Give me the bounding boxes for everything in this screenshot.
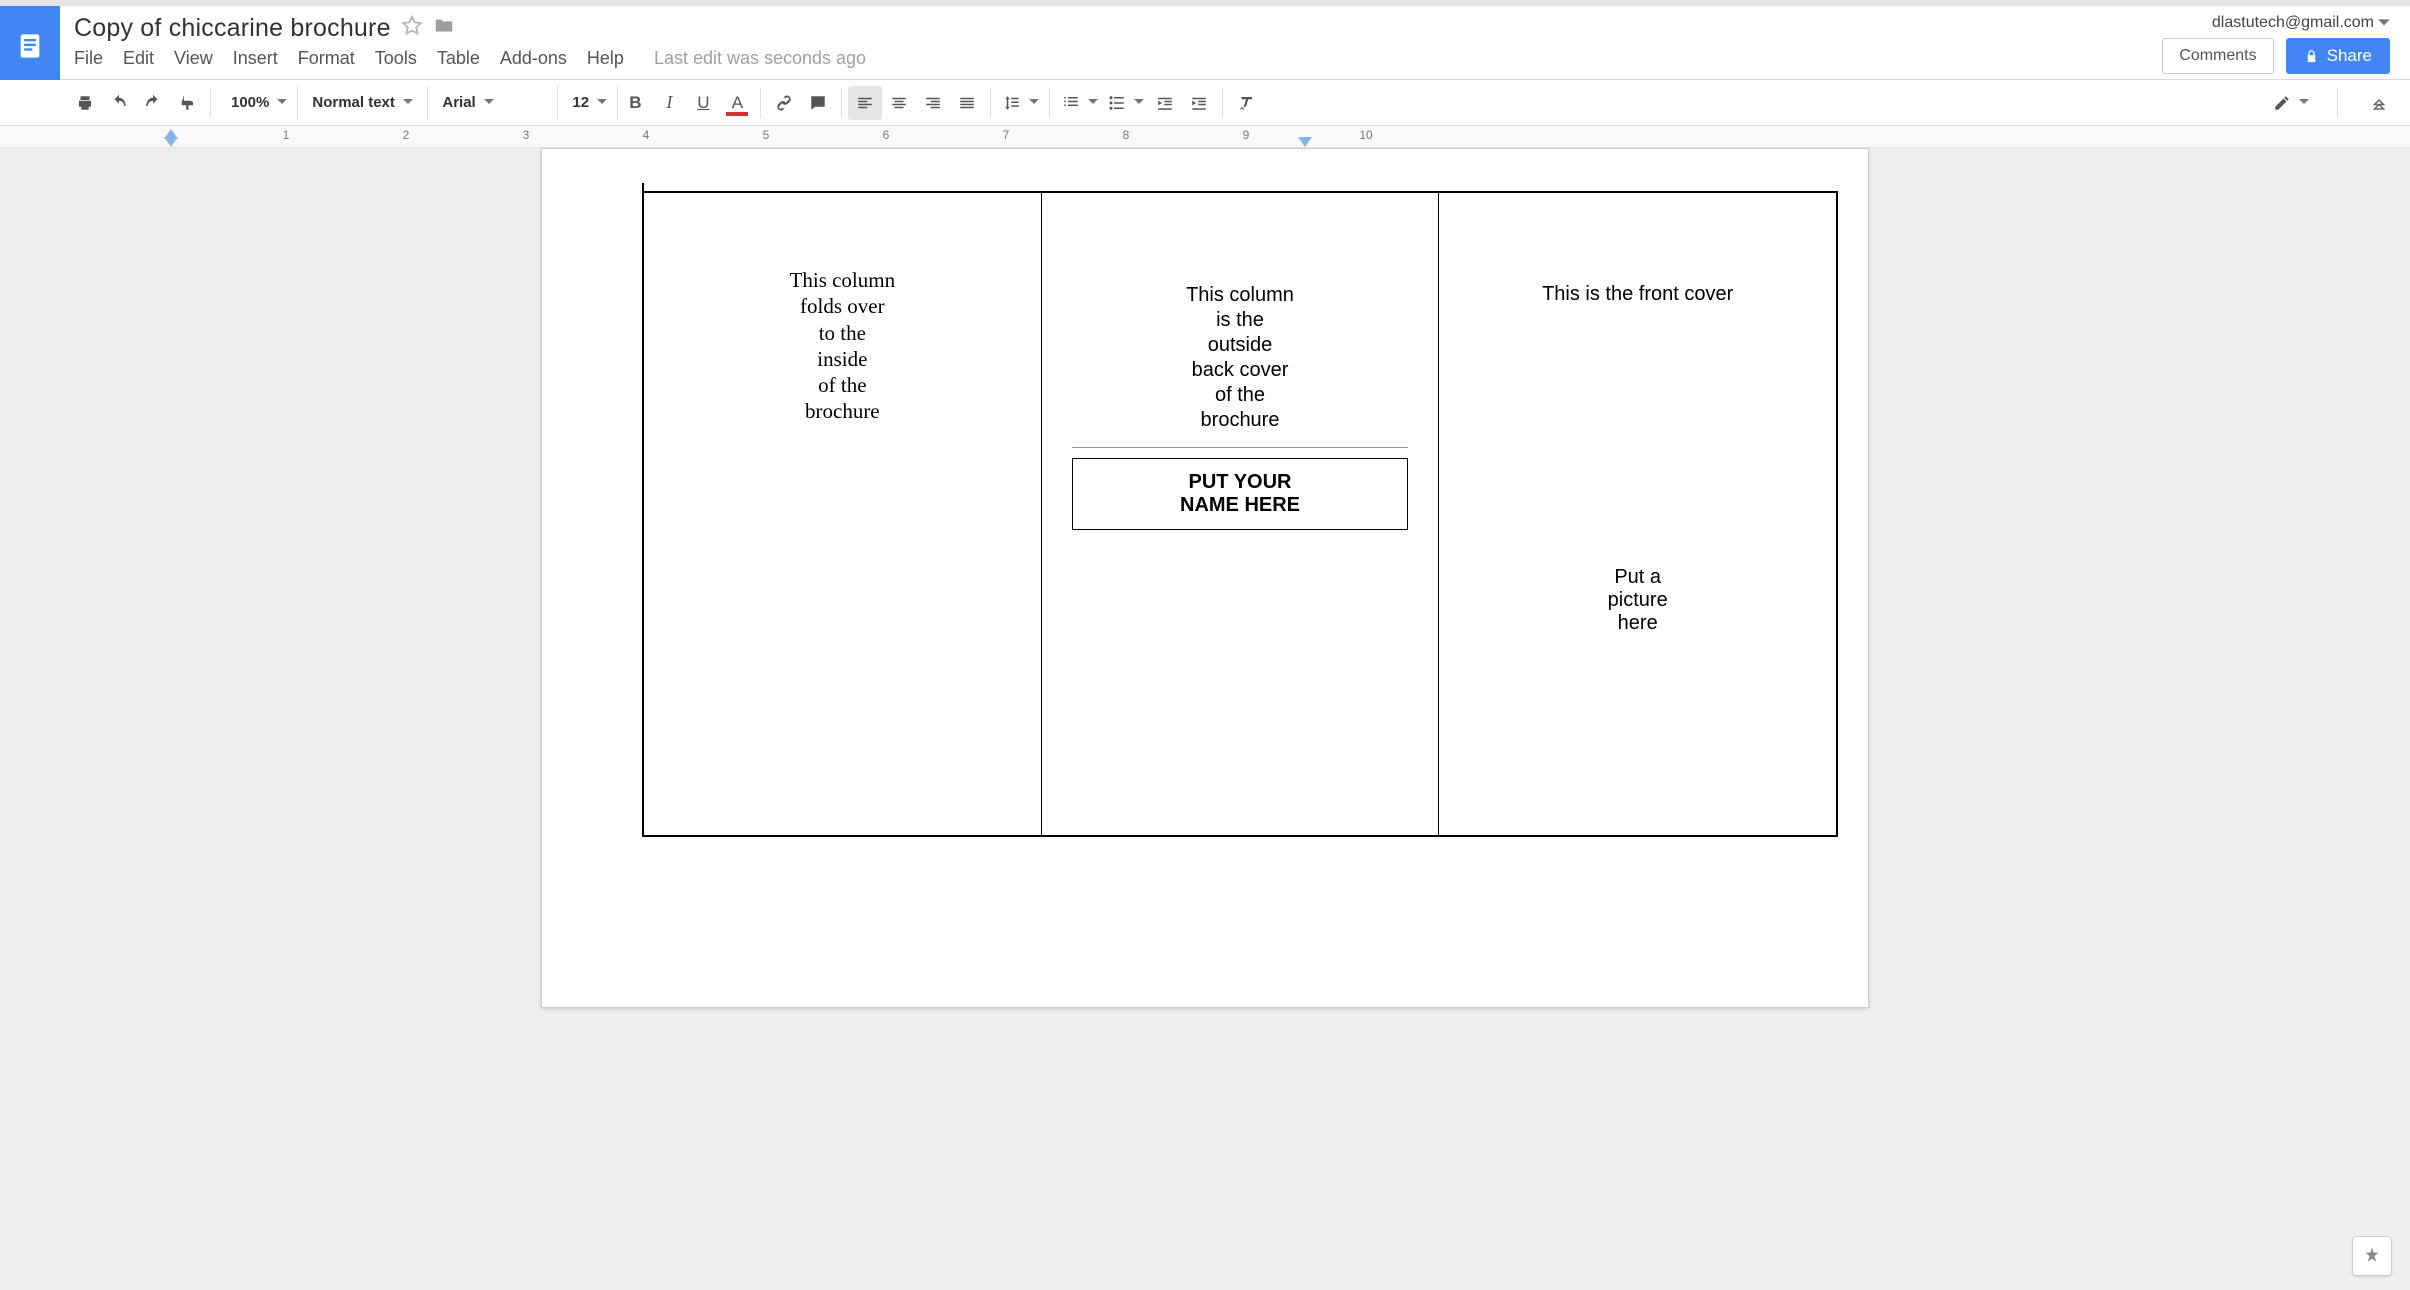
menu-help[interactable]: Help <box>587 48 624 69</box>
ruler-number: 6 <box>883 128 890 142</box>
caret-down-icon <box>597 97 607 107</box>
decrease-indent-button[interactable] <box>1148 86 1182 120</box>
menu-file[interactable]: File <box>74 48 103 69</box>
font-size-value: 12 <box>572 94 589 111</box>
ruler-number: 7 <box>1003 128 1010 142</box>
caret-down-icon <box>1134 97 1144 107</box>
separator <box>1222 88 1223 118</box>
align-left-button[interactable] <box>848 86 882 120</box>
increase-indent-button[interactable] <box>1182 86 1216 120</box>
ruler[interactable]: 1 2 3 4 5 6 7 8 9 10 <box>0 126 2410 148</box>
explore-button[interactable] <box>2352 1236 2392 1276</box>
ruler-number: 4 <box>643 128 650 142</box>
col3-picture-placeholder[interactable]: Put a picture here <box>1578 566 1698 635</box>
comments-button[interactable]: Comments <box>2162 38 2273 74</box>
font-combo[interactable]: Arial <box>428 86 558 120</box>
docs-icon <box>16 32 44 60</box>
menu-addons[interactable]: Add-ons <box>500 48 567 69</box>
toolbar: 100% Normal text Arial 12 B I U A <box>0 80 2410 126</box>
separator <box>1049 88 1050 118</box>
separator <box>990 88 991 118</box>
menu-insert[interactable]: Insert <box>233 48 278 69</box>
bulleted-list-button[interactable] <box>1102 86 1148 120</box>
docs-logo[interactable] <box>0 6 60 86</box>
brochure-col-3[interactable]: This is the front cover Put a picture he… <box>1439 193 1836 835</box>
title-bar: Copy of chiccarine brochure File Edit Vi… <box>0 6 2410 80</box>
document-page[interactable]: This column folds over to the inside of … <box>541 148 1869 1008</box>
caret-down-icon <box>484 97 494 107</box>
zoom-combo[interactable]: 100% <box>217 86 298 120</box>
menu-table[interactable]: Table <box>437 48 480 69</box>
style-value: Normal text <box>312 94 395 111</box>
menu-view[interactable]: View <box>174 48 213 69</box>
ruler-number: 1 <box>283 128 290 142</box>
ruler-number: 8 <box>1123 128 1130 142</box>
separator <box>210 88 211 118</box>
menu-edit[interactable]: Edit <box>123 48 154 69</box>
menu-format[interactable]: Format <box>298 48 355 69</box>
star-icon[interactable] <box>401 15 423 42</box>
col1-text[interactable]: This column folds over to the inside of … <box>752 267 932 425</box>
col2-text[interactable]: This column is the outside back cover of… <box>1140 283 1340 433</box>
share-button[interactable]: Share <box>2286 38 2390 74</box>
insert-link-button[interactable] <box>767 86 801 120</box>
caret-down-icon <box>277 97 287 107</box>
paint-format-button[interactable] <box>170 86 204 120</box>
caret-down-icon <box>2299 97 2309 107</box>
align-right-button[interactable] <box>916 86 950 120</box>
col2-divider <box>1072 447 1409 448</box>
caret-down-icon <box>403 97 413 107</box>
folder-icon[interactable] <box>433 15 455 42</box>
lock-icon <box>2304 49 2319 64</box>
italic-button[interactable]: I <box>652 86 686 120</box>
brochure-col-1[interactable]: This column folds over to the inside of … <box>644 193 1042 835</box>
collapse-toolbar-button[interactable] <box>2362 86 2396 120</box>
align-justify-button[interactable] <box>950 86 984 120</box>
separator <box>760 88 761 118</box>
style-combo[interactable]: Normal text <box>298 86 428 120</box>
ruler-number: 2 <box>403 128 410 142</box>
print-button[interactable] <box>68 86 102 120</box>
clear-formatting-button[interactable] <box>1229 86 1263 120</box>
separator <box>2337 88 2338 118</box>
numbered-list-button[interactable] <box>1056 86 1102 120</box>
caret-down-icon <box>2378 17 2390 29</box>
brochure-col-2[interactable]: This column is the outside back cover of… <box>1042 193 1440 835</box>
text-color-button[interactable]: A <box>720 86 754 120</box>
menu-bar: File Edit View Insert Format Tools Table… <box>74 48 2148 69</box>
ruler-number: 10 <box>1359 128 1372 142</box>
ruler-number: 3 <box>523 128 530 142</box>
caret-down-icon <box>1029 97 1039 107</box>
account-email: dlastutech@gmail.com <box>2212 14 2374 32</box>
right-indent-marker[interactable] <box>1298 137 1312 147</box>
last-edit-text: Last edit was seconds ago <box>654 48 866 69</box>
undo-button[interactable] <box>102 86 136 120</box>
document-title[interactable]: Copy of chiccarine brochure <box>74 14 391 43</box>
ruler-number: 5 <box>763 128 770 142</box>
align-center-button[interactable] <box>882 86 916 120</box>
brochure-table[interactable]: This column folds over to the inside of … <box>642 191 1838 837</box>
name-box[interactable]: PUT YOUR NAME HERE <box>1072 458 1409 530</box>
col3-title[interactable]: This is the front cover <box>1457 283 1818 306</box>
zoom-value: 100% <box>231 94 269 111</box>
line-spacing-button[interactable] <box>997 86 1043 120</box>
editing-mode-combo[interactable] <box>2269 86 2313 120</box>
account-menu[interactable]: dlastutech@gmail.com <box>2212 14 2390 32</box>
menu-tools[interactable]: Tools <box>375 48 417 69</box>
font-value: Arial <box>442 94 475 111</box>
pencil-icon <box>2273 94 2291 112</box>
insert-comment-button[interactable] <box>801 86 835 120</box>
document-workspace[interactable]: This column folds over to the inside of … <box>0 148 2410 1290</box>
caret-down-icon <box>1088 97 1098 107</box>
text-cursor <box>642 183 644 209</box>
font-size-combo[interactable]: 12 <box>558 86 618 120</box>
left-indent-marker[interactable] <box>164 137 178 147</box>
bold-button[interactable]: B <box>618 86 652 120</box>
underline-button[interactable]: U <box>686 86 720 120</box>
ruler-number: 9 <box>1243 128 1250 142</box>
share-label: Share <box>2327 46 2372 66</box>
separator <box>841 88 842 118</box>
explore-icon <box>2362 1246 2382 1266</box>
redo-button[interactable] <box>136 86 170 120</box>
